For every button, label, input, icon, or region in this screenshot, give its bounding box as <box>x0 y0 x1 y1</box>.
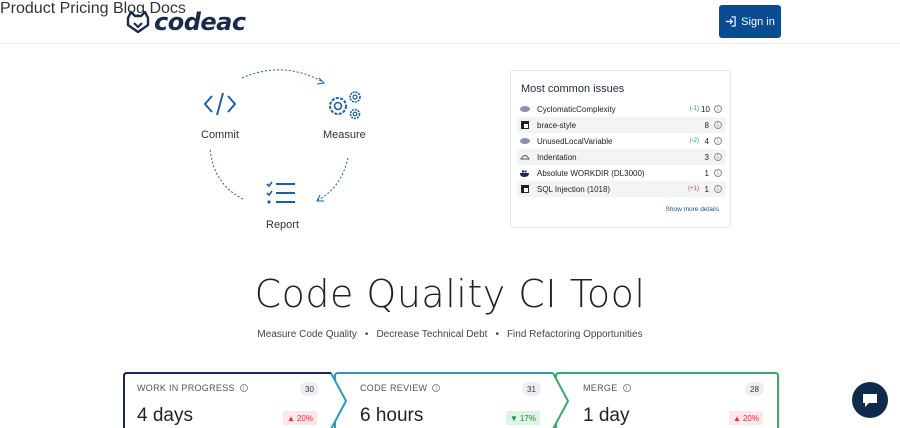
gears-icon <box>329 91 361 120</box>
sign-in-label: Sign in <box>741 15 775 28</box>
chat-button[interactable] <box>852 382 888 418</box>
metric-trend-badge: ▼ 17% <box>506 411 540 425</box>
metric-trend-value: 20% <box>742 413 759 423</box>
issue-name: SQL Injection (1018) <box>537 184 611 194</box>
issue-name: brace-style <box>537 120 577 130</box>
issue-count: 4 <box>704 136 709 146</box>
trend-up-icon: ▲ <box>733 413 741 423</box>
issue-row[interactable]: CyclomaticComplexity (-1) 10 i <box>517 101 726 117</box>
issue-delta: (-2) <box>689 138 699 144</box>
issues-title: Most common issues <box>521 83 625 95</box>
metric-label-text: WORK IN PROGRESS <box>137 383 235 393</box>
metric-label-text: MERGE <box>583 383 618 393</box>
metric-count-badge: 30 <box>300 382 319 396</box>
metric-value: 6 hours <box>360 405 424 426</box>
issue-name: Absolute WORKDIR (DL3000) <box>537 168 645 178</box>
list-icon <box>266 181 295 204</box>
sign-in-icon <box>726 16 736 27</box>
stylelint-icon <box>520 153 530 161</box>
metric-label: CODE REVIEW i <box>360 383 444 393</box>
hero-sub-item: Decrease Technical Debt <box>376 329 488 340</box>
info-icon[interactable]: i <box>714 137 722 145</box>
trend-up-icon: ▲ <box>287 413 295 423</box>
metric-trend-badge: ▲ 20% <box>729 411 763 425</box>
trend-down-icon: ▼ <box>510 413 518 423</box>
issue-row[interactable]: Indentation 3 i <box>517 149 726 165</box>
info-icon[interactable]: i <box>714 121 722 129</box>
info-icon[interactable]: i <box>714 105 722 113</box>
brand-name: codeac <box>154 8 246 36</box>
info-icon[interactable]: i <box>622 384 631 392</box>
metric-value: 4 days <box>137 405 193 426</box>
top-navbar: codeac Product Pricing Blog Docs Sign in <box>0 0 900 44</box>
info-icon[interactable]: i <box>239 384 248 392</box>
eslint-icon <box>520 121 530 129</box>
bear-logo-icon <box>126 10 150 34</box>
metric-trend-value: 20% <box>296 413 313 423</box>
common-issues-card: Most common issues CyclomaticComplexity … <box>510 70 731 228</box>
cycle-report-label: Report <box>266 219 300 231</box>
issue-row[interactable]: brace-style 8 i <box>517 117 726 133</box>
code-icon <box>203 92 237 116</box>
metric-trend-badge: ▲ 20% <box>283 411 317 425</box>
sign-in-button[interactable]: Sign in <box>719 5 781 38</box>
metric-label: MERGE i <box>583 383 635 393</box>
issue-name: UnusedLocalVariable <box>537 136 613 146</box>
metric-count-badge: 28 <box>745 382 764 396</box>
nav-product[interactable]: Product <box>0 0 55 17</box>
metric-count-badge: 31 <box>522 382 541 396</box>
issue-count: 1 <box>704 168 709 178</box>
metric-value: 1 day <box>583 405 630 426</box>
metric-trend-value: 17% <box>519 413 536 423</box>
issue-count: 8 <box>704 120 709 130</box>
chat-icon <box>863 393 877 407</box>
php-icon <box>520 105 530 113</box>
metric-label: WORK IN PROGRESS i <box>137 383 252 393</box>
info-icon[interactable]: i <box>432 384 441 392</box>
cycle-commit-label: Commit <box>201 129 239 141</box>
metrics-strip: WORK IN PROGRESS i 30 4 days ▲ 20% CODE RE… <box>0 372 900 428</box>
info-icon[interactable]: i <box>714 169 722 177</box>
nav-pricing[interactable]: Pricing <box>60 0 109 17</box>
cycle-measure-label: Measure <box>323 129 366 141</box>
docker-icon <box>520 169 530 177</box>
brand-logo[interactable]: codeac <box>125 8 246 36</box>
php-icon <box>520 137 530 145</box>
issue-row[interactable]: SQL Injection (1018) (+1) 1 i <box>517 181 726 197</box>
issue-row[interactable]: Absolute WORKDIR (DL3000) 1 i <box>517 165 726 181</box>
hero-sub-item: Measure Code Quality <box>257 329 357 340</box>
issue-delta: (+1) <box>688 186 699 192</box>
hero-title: Code Quality CI Tool <box>254 272 646 316</box>
issue-count: 1 <box>704 184 709 194</box>
separator-dot: • <box>364 329 369 340</box>
issue-count: 3 <box>704 152 709 162</box>
issue-name: Indentation <box>537 152 577 162</box>
issue-count: 10 <box>701 104 710 114</box>
issue-name: CyclomaticComplexity <box>537 104 616 114</box>
eslint-icon <box>520 185 530 193</box>
issue-row[interactable]: UnusedLocalVariable (-2) 4 i <box>517 133 726 149</box>
issue-delta: (-1) <box>689 106 699 112</box>
hero-subtitle: Measure Code Quality • Decrease Technical … <box>0 329 900 340</box>
metric-card-borders <box>123 372 779 428</box>
info-icon[interactable]: i <box>714 153 722 161</box>
info-icon[interactable]: i <box>714 185 722 193</box>
show-more-link[interactable]: Show more details <box>666 206 719 213</box>
separator-dot: • <box>495 329 499 340</box>
hero-sub-item: Find Refactoring Opportunities <box>506 329 643 340</box>
metric-label-text: CODE REVIEW <box>360 383 428 393</box>
